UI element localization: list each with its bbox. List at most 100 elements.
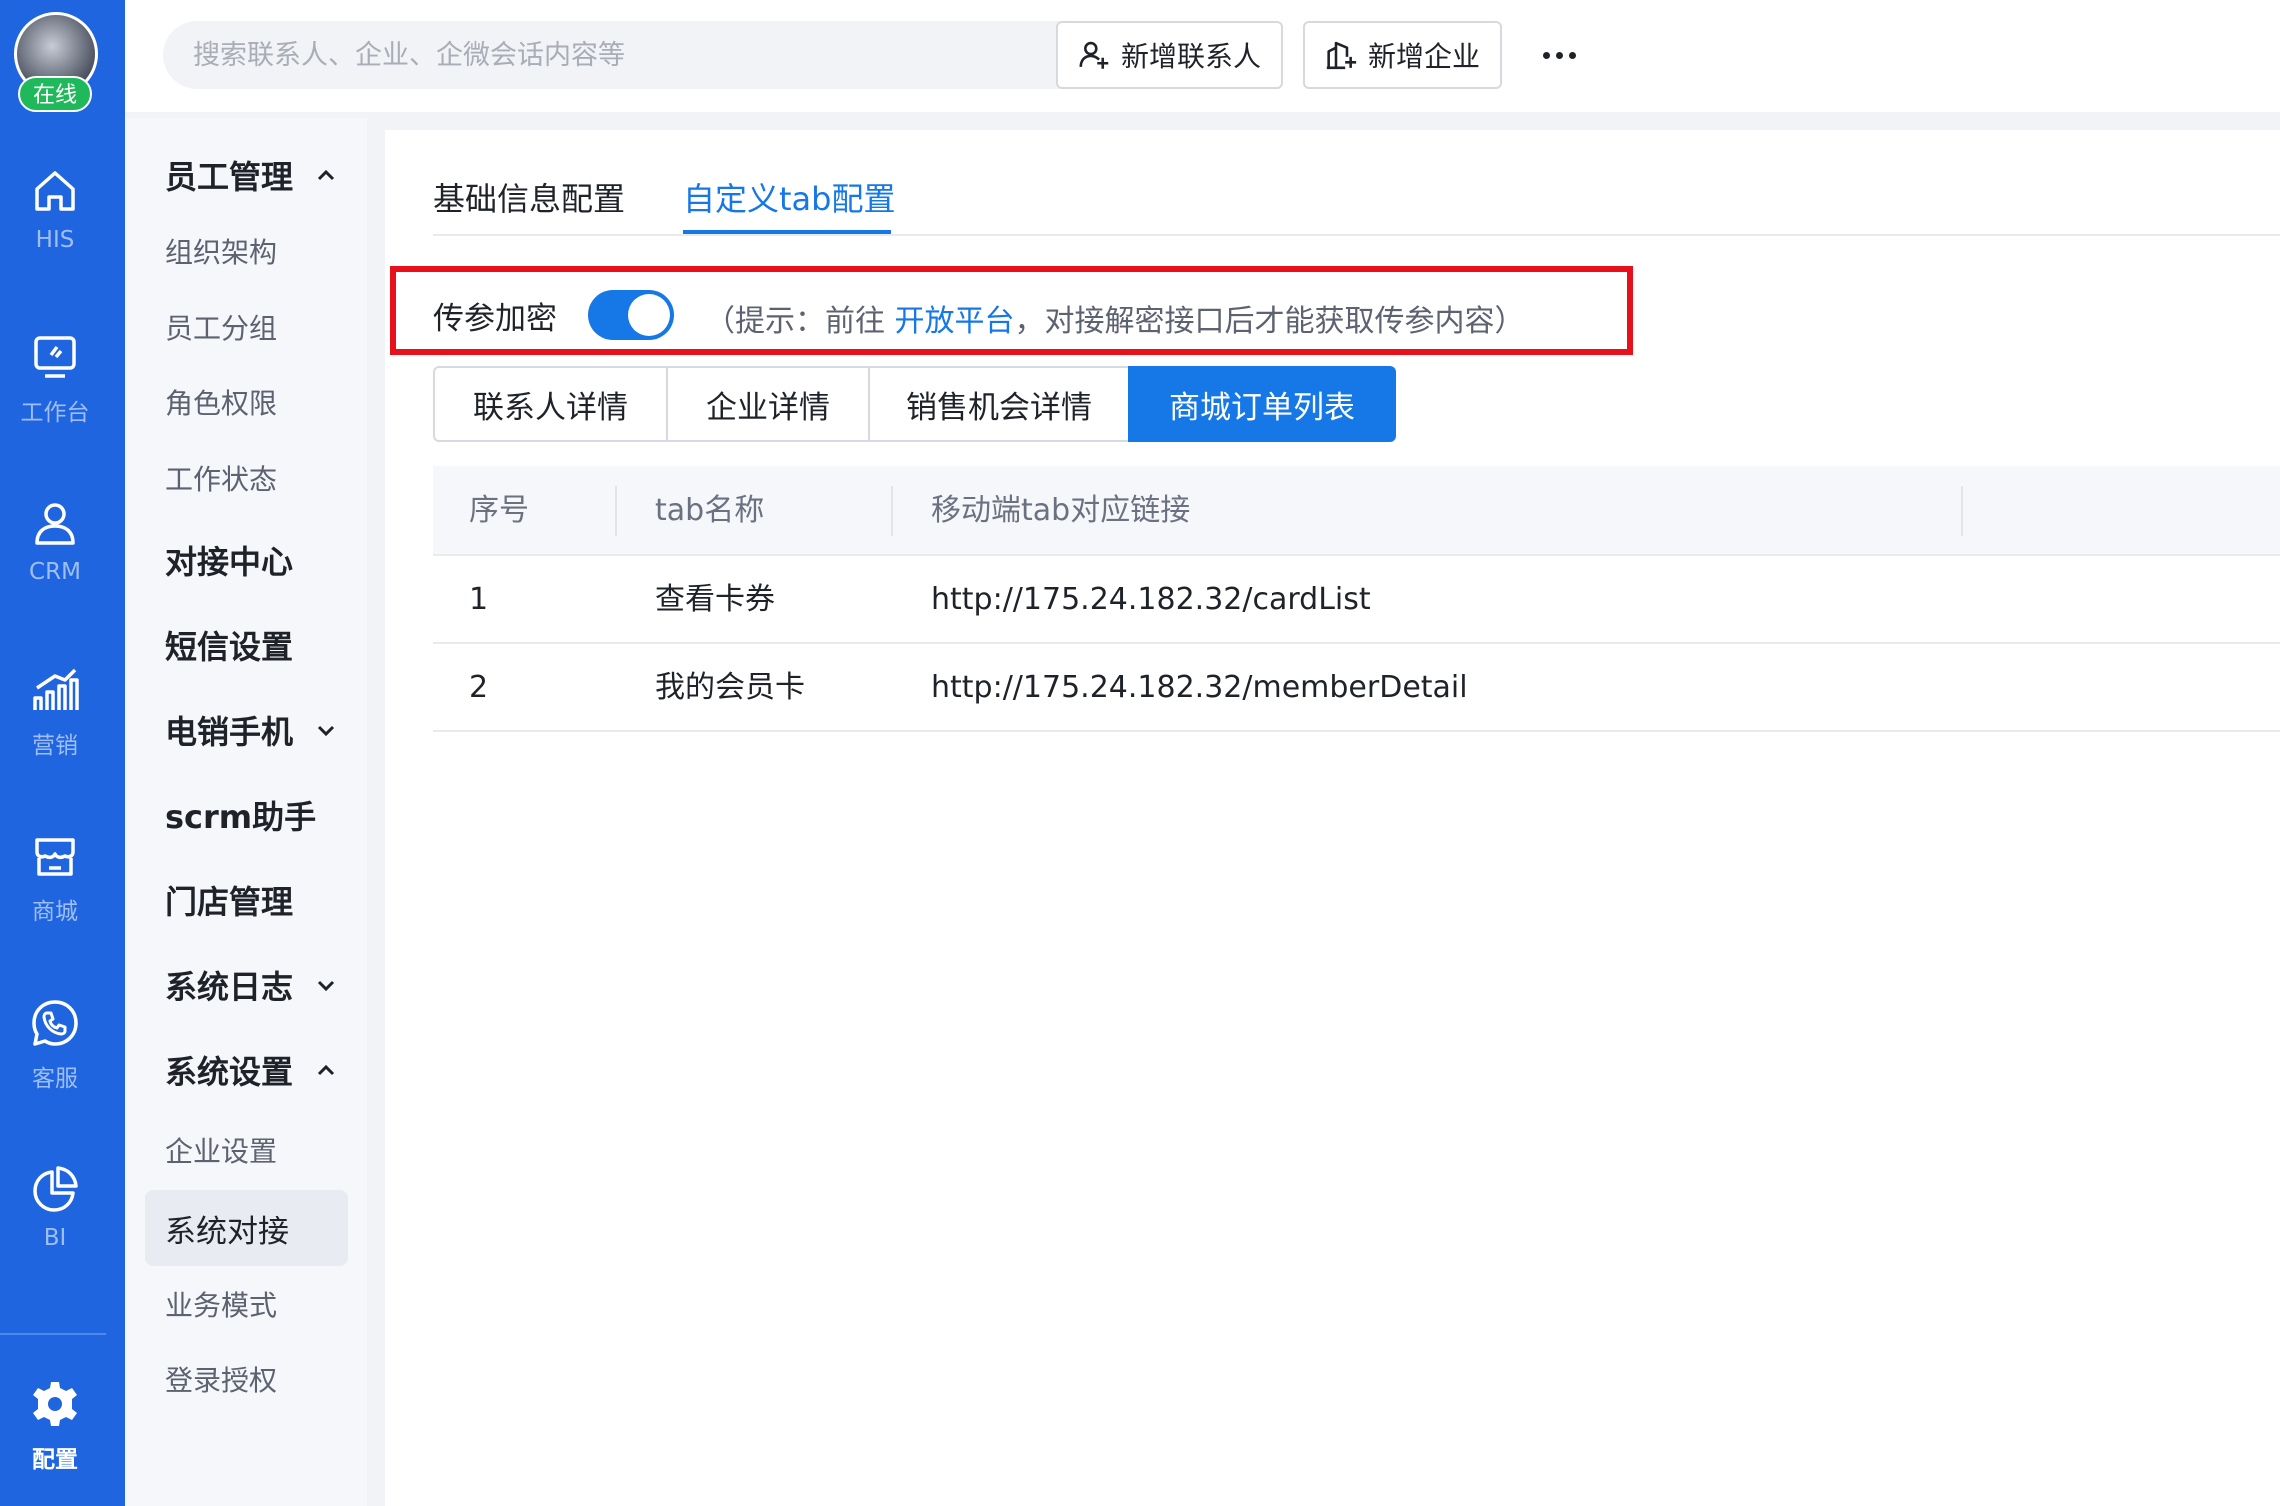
sidebar-item-label: 对接中心: [165, 543, 294, 581]
rail-label: 营销: [32, 733, 78, 759]
rail-label: 配置: [32, 1447, 78, 1473]
chevron-down-icon: [317, 980, 335, 992]
rail-item-bi[interactable]: BI: [0, 1163, 110, 1293]
add-company-button[interactable]: 新增企业: [1303, 21, 1502, 89]
rail-item-crm[interactable]: CRM: [0, 497, 110, 627]
more-menu-button[interactable]: [1533, 30, 1585, 80]
column-header-index: 序号: [469, 493, 529, 528]
cell-tab-name: 查看卡券: [655, 582, 775, 617]
sidebar-group-logs[interactable]: 系统日志: [125, 947, 367, 1023]
top-bar: 新增联系人 新增企业: [125, 0, 2280, 112]
cell-index: 1: [469, 582, 489, 617]
segment-opportunity-detail[interactable]: 销售机会详情: [868, 366, 1130, 442]
search-box: [163, 21, 1143, 89]
sidebar-item-org[interactable]: 组织架构: [125, 213, 367, 289]
hint-suffix: ，对接解密接口后才能获取传参内容）: [1014, 304, 1525, 339]
sidebar-item-label: 门店管理: [165, 883, 294, 921]
encryption-toggle[interactable]: [588, 290, 674, 340]
rail-item-service[interactable]: 客服: [0, 997, 110, 1127]
pie-chart-icon: [33, 1166, 78, 1212]
table-header: 序号 tab名称 移动端tab对应链接: [433, 466, 2280, 556]
sidebar-item-label: 企业设置: [165, 1135, 278, 1168]
sidebar-item-label: scrm助手: [165, 798, 317, 836]
custom-tab-table: 序号 tab名称 移动端tab对应链接 1 查看卡券 http://175.24…: [433, 466, 2280, 732]
nav-rail: 在线 HIS 工作台 CRM 营销 商城 客服 BI 配置: [0, 0, 125, 1506]
rail-label: CRM: [29, 559, 81, 585]
more-dot-icon: [1568, 51, 1576, 59]
column-separator: [615, 486, 617, 536]
segment-contact-detail[interactable]: 联系人详情: [433, 366, 668, 442]
add-contact-label: 新增联系人: [1120, 40, 1261, 73]
hint-prefix: （提示：前往: [705, 304, 895, 339]
settings-sidebar: 员工管理 组织架构 员工分组 角色权限 工作状态 对接中心 短信设置 电销手机 …: [125, 118, 367, 1506]
sidebar-item-label: 电销手机: [165, 713, 294, 751]
sidebar-item-work-status[interactable]: 工作状态: [125, 440, 367, 516]
rail-label: BI: [43, 1225, 67, 1251]
sidebar-item-label: 业务模式: [165, 1289, 278, 1322]
sidebar-group-stores[interactable]: 门店管理: [125, 862, 367, 938]
sidebar-item-label: 角色权限: [165, 387, 278, 420]
phone-chat-icon: [32, 1000, 78, 1046]
sidebar-item-system-integration[interactable]: 系统对接: [125, 1190, 367, 1266]
rail-item-his[interactable]: HIS: [0, 165, 110, 295]
add-building-icon: [1326, 41, 1357, 70]
sidebar-group-scrm[interactable]: scrm助手: [125, 777, 367, 853]
tab-basic-info[interactable]: 基础信息配置: [433, 174, 625, 220]
rail-item-workbench[interactable]: 工作台: [0, 331, 110, 461]
segment-mall-orders[interactable]: 商城订单列表: [1128, 366, 1396, 442]
gear-icon: [33, 1382, 77, 1426]
table-row[interactable]: 2 我的会员卡 http://175.24.182.32/memberDetai…: [433, 644, 2280, 732]
encryption-hint: （提示：前往 开放平台，对接解密接口后才能获取传参内容）: [705, 296, 1525, 340]
add-company-label: 新增企业: [1367, 40, 1480, 73]
sidebar-group-phone[interactable]: 电销手机: [125, 692, 367, 768]
column-separator: [891, 486, 893, 536]
sidebar-item-label: 系统设置: [165, 1053, 294, 1091]
rail-item-config[interactable]: 配置: [0, 1378, 110, 1506]
open-platform-link[interactable]: 开放平台: [895, 304, 1015, 339]
rail-label: 商城: [32, 899, 78, 925]
rail-label: HIS: [35, 227, 75, 253]
add-person-icon: [1079, 41, 1109, 69]
panel-gutter: [367, 130, 385, 1506]
person-icon: [35, 503, 75, 545]
segment-company-detail[interactable]: 企业详情: [666, 366, 870, 442]
column-header-link: 移动端tab对应链接: [931, 493, 1191, 528]
encryption-label: 传参加密: [433, 301, 557, 337]
sidebar-item-login-auth[interactable]: 登录授权: [125, 1341, 367, 1417]
sidebar-item-label: 组织架构: [165, 236, 278, 269]
toggle-knob: [628, 294, 670, 336]
chevron-up-icon: [317, 169, 335, 181]
sidebar-group-employee[interactable]: 员工管理: [125, 137, 367, 213]
chevron-down-icon: [317, 725, 335, 737]
search-input[interactable]: [163, 21, 1063, 89]
column-header-tab-name: tab名称: [655, 493, 765, 528]
growth-chart-icon: [33, 668, 79, 710]
sidebar-group-system[interactable]: 系统设置: [125, 1032, 367, 1108]
sidebar-item-business-mode[interactable]: 业务模式: [125, 1266, 367, 1342]
sidebar-item-label: 工作状态: [165, 463, 278, 496]
sidebar-item-groups[interactable]: 员工分组: [125, 289, 367, 365]
detail-type-segmented: 联系人详情 企业详情 销售机会详情 商城订单列表: [433, 366, 1396, 442]
cell-tab-name: 我的会员卡: [655, 670, 805, 705]
rail-divider: [0, 1333, 106, 1335]
rail-label: 客服: [32, 1066, 78, 1092]
cell-link: http://175.24.182.32/memberDetail: [931, 670, 1468, 705]
tabs-divider: [433, 234, 2280, 236]
rail-item-mall[interactable]: 商城: [0, 830, 110, 960]
sidebar-item-company-settings[interactable]: 企业设置: [125, 1112, 367, 1188]
sidebar-item-label: 系统日志: [165, 968, 294, 1006]
sidebar-item-label: 系统对接: [165, 1213, 289, 1250]
sidebar-item-roles[interactable]: 角色权限: [125, 364, 367, 440]
rail-item-marketing[interactable]: 营销: [0, 664, 110, 794]
online-status-badge: 在线: [18, 76, 92, 112]
store-icon: [35, 838, 75, 876]
add-contact-button[interactable]: 新增联系人: [1056, 21, 1283, 89]
tab-custom-tab[interactable]: 自定义tab配置: [683, 174, 895, 220]
sidebar-group-sms[interactable]: 短信设置: [125, 607, 367, 683]
sidebar-group-integration[interactable]: 对接中心: [125, 522, 367, 598]
cell-index: 2: [469, 670, 489, 705]
table-row[interactable]: 1 查看卡券 http://175.24.182.32/cardList: [433, 556, 2280, 644]
sidebar-item-label: 员工分组: [165, 312, 278, 345]
sidebar-item-label: 登录授权: [165, 1364, 278, 1397]
sidebar-item-label: 员工管理: [165, 158, 294, 196]
